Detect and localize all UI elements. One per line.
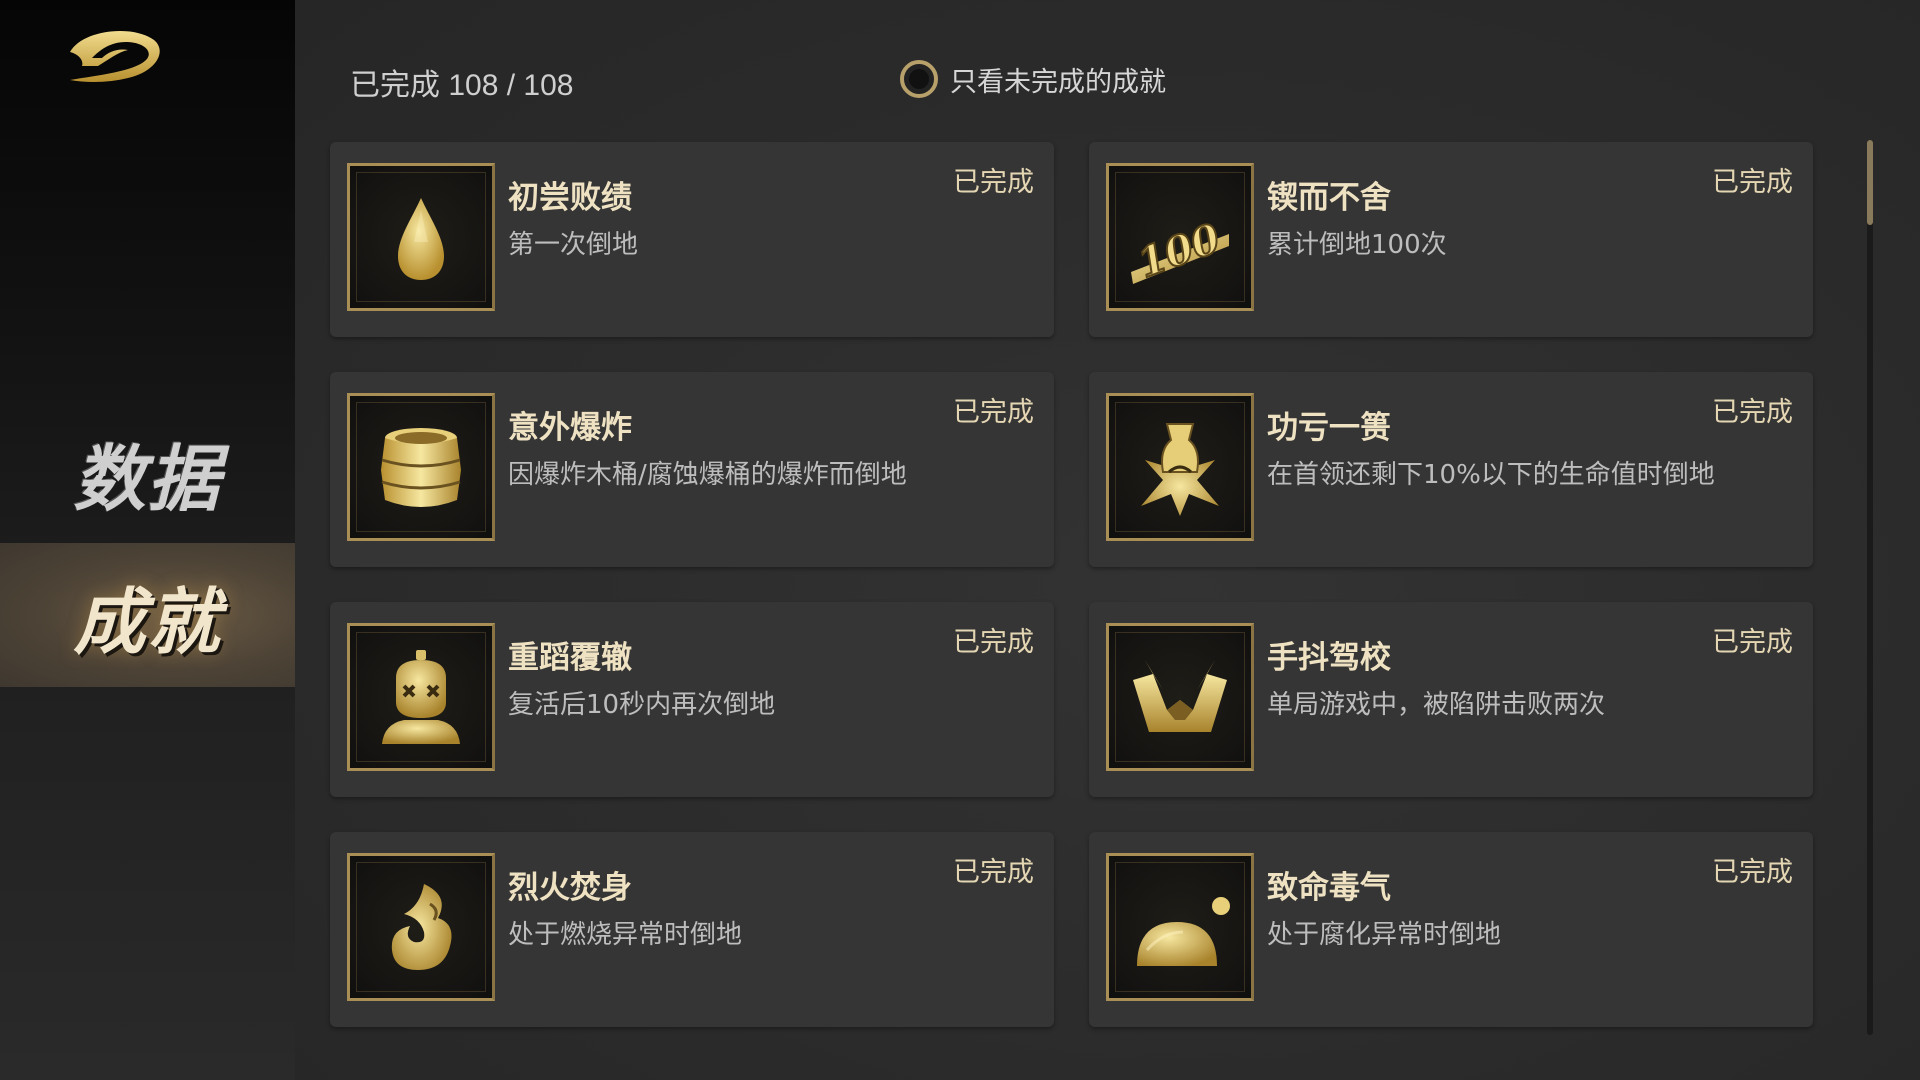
achievement-status: 已完成: [953, 397, 1034, 428]
poison-blob-icon: [1137, 897, 1230, 966]
achievement-status: 已完成: [1712, 857, 1793, 888]
achievement-status: 已完成: [953, 857, 1034, 888]
drop-icon: [398, 198, 444, 280]
incomplete-only-toggle[interactable]: 只看未完成的成就: [900, 58, 1166, 100]
achievement-card[interactable]: 烈火焚身 处于燃烧异常时倒地 已完成: [330, 832, 1054, 1027]
achievement-title: 手抖驾校: [1267, 640, 1391, 676]
sidebar: 数据 成就: [0, 0, 295, 1080]
achievement-card[interactable]: 初尝败绩 第一次倒地 已完成: [330, 142, 1054, 337]
achievement-description: 单局游戏中，被陷阱击败两次: [1267, 690, 1606, 720]
filter-label: 只看未完成的成就: [950, 66, 1166, 98]
achievements-panel: 已完成 108 / 108 只看未完成的成就 初尝败绩 第一次倒地 已完成 10…: [295, 0, 1920, 1080]
achievement-status: 已完成: [953, 167, 1034, 198]
achievement-card[interactable]: 致命毒气 处于腐化异常时倒地 已完成: [1089, 832, 1813, 1027]
achievement-icon-frame: [347, 623, 495, 771]
svg-text:100: 100: [1132, 214, 1227, 287]
achievement-description: 处于腐化异常时倒地: [1267, 920, 1502, 950]
achievement-title: 重蹈覆辙: [508, 640, 632, 676]
achievement-description: 处于燃烧异常时倒地: [508, 920, 743, 950]
sidebar-item-label: 成就: [73, 578, 222, 664]
achievement-icon-frame: [347, 163, 495, 311]
achievement-title: 锲而不舍: [1267, 180, 1391, 216]
achievement-card[interactable]: 100 锲而不舍 累计倒地100次 已完成: [1089, 142, 1813, 337]
achievement-status: 已完成: [1712, 627, 1793, 658]
achievement-card[interactable]: 手抖驾校 单局游戏中，被陷阱击败两次 已完成: [1089, 602, 1813, 797]
achievement-icon-frame: [347, 393, 495, 541]
sidebar-item-label: 数据: [73, 435, 222, 521]
achievement-status: 已完成: [953, 627, 1034, 658]
achievement-title: 意外爆炸: [508, 410, 632, 446]
achievement-icon-frame: [1106, 853, 1254, 1001]
achievement-card[interactable]: 意外爆炸 因爆炸木桶/腐蚀爆桶的爆炸而倒地 已完成: [330, 372, 1054, 567]
achievement-title: 烈火焚身: [508, 870, 632, 906]
spike-trap-icon: [1133, 660, 1227, 732]
scrollbar[interactable]: [1867, 140, 1873, 1035]
achievement-description: 累计倒地100次: [1267, 230, 1447, 260]
completion-progress: 已完成 108 / 108: [350, 69, 574, 102]
achievement-description: 第一次倒地: [508, 230, 639, 260]
achievement-icon-frame: [1106, 623, 1254, 771]
barrel-icon: [381, 428, 461, 507]
achievement-icon-frame: [1106, 393, 1254, 541]
radio-button[interactable]: [900, 60, 938, 98]
achievement-card[interactable]: 重蹈覆辙 复活后10秒内再次倒地 已完成: [330, 602, 1054, 797]
achievement-description: 因爆炸木桶/腐蚀爆桶的爆炸而倒地: [508, 460, 907, 490]
achievement-title: 致命毒气: [1267, 870, 1391, 906]
hundred-badge-icon: 100: [1131, 213, 1229, 288]
achievement-icon-frame: [347, 853, 495, 1001]
scrollbar-thumb[interactable]: [1867, 140, 1873, 225]
achievement-status: 已完成: [1712, 397, 1793, 428]
achievement-description: 在首领还剩下10%以下的生命值时倒地: [1267, 460, 1715, 490]
knocked-out-figure-icon: [382, 650, 460, 744]
vase-burst-icon: [1141, 423, 1219, 516]
achievement-title: 功亏一篑: [1267, 410, 1391, 446]
achievement-description: 复活后10秒内再次倒地: [508, 690, 776, 720]
sidebar-item-achievements[interactable]: 成就: [0, 543, 295, 687]
sidebar-item-data[interactable]: 数据: [0, 400, 295, 544]
achievement-card[interactable]: 功亏一篑 在首领还剩下10%以下的生命值时倒地 已完成: [1089, 372, 1813, 567]
achievement-status: 已完成: [1712, 167, 1793, 198]
achievement-icon-frame: 100: [1106, 163, 1254, 311]
flame-icon: [391, 884, 452, 970]
achievement-title: 初尝败绩: [508, 180, 632, 216]
game-logo-icon: [62, 22, 166, 88]
